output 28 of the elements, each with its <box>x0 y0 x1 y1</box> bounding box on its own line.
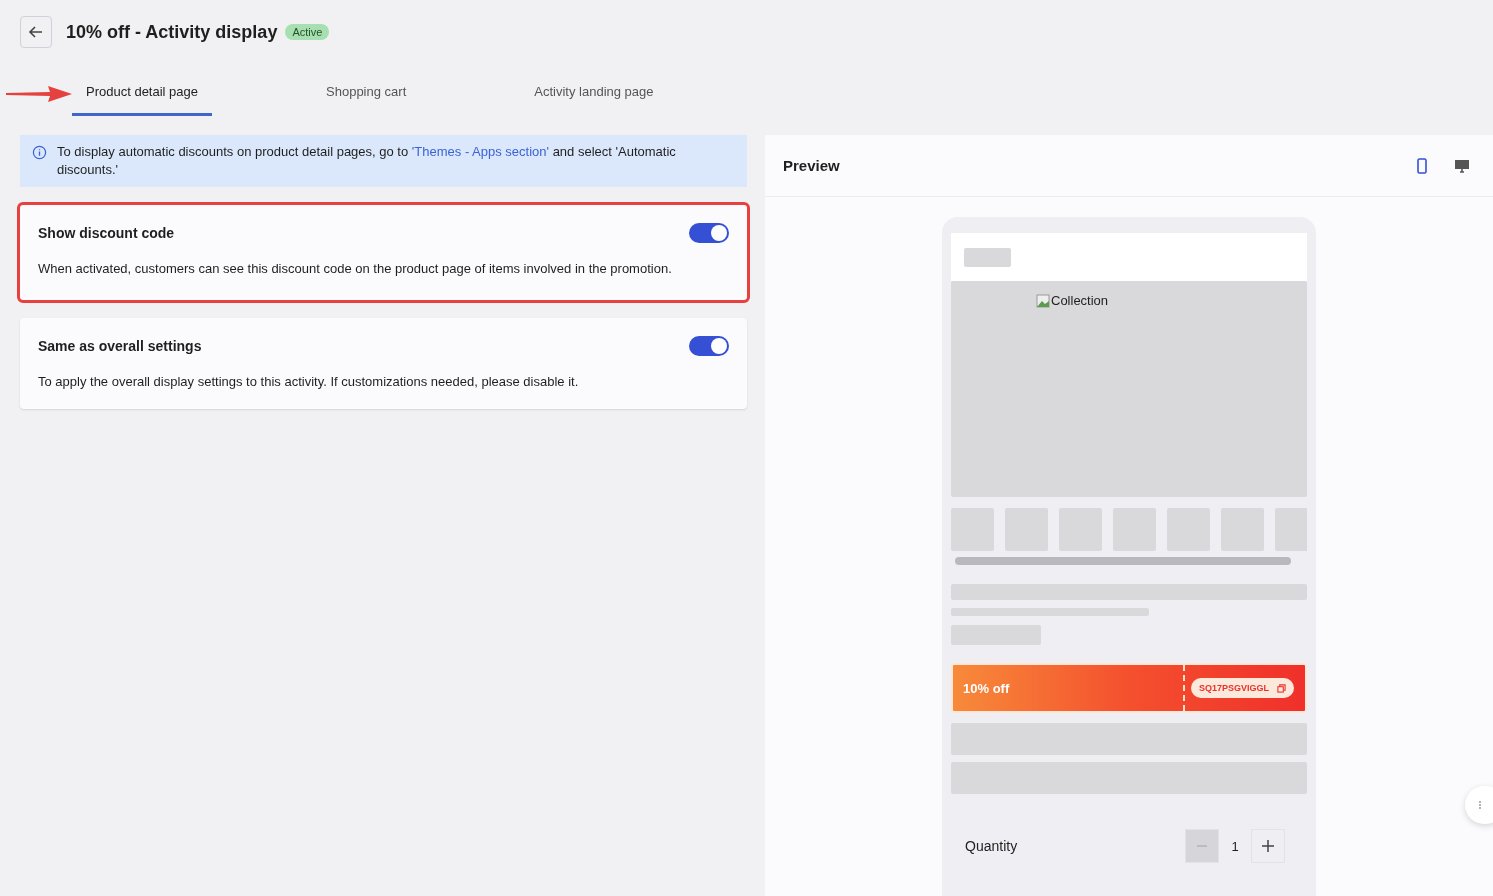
status-badge: Active <box>285 24 330 40</box>
coupon-label: 10% off <box>962 680 1011 696</box>
tab[interactable]: Activity landing page <box>520 78 668 116</box>
toggle-switch[interactable] <box>689 223 729 243</box>
setting-title: Show discount code <box>38 225 175 241</box>
increase-button[interactable] <box>1251 829 1285 863</box>
preview-title: Preview <box>783 157 840 174</box>
tab[interactable]: Product detail page <box>72 78 213 116</box>
copy-icon[interactable] <box>1277 683 1287 693</box>
quantity-label: Quantity <box>965 838 1018 854</box>
info-icon <box>32 145 47 160</box>
page-title: 10% off - Activity display <box>66 21 278 43</box>
tab[interactable]: Shopping cart <box>312 78 421 116</box>
setting-description: To apply the overall display settings to this activity. If customizations needed, please disable it. <box>38 374 580 389</box>
back-arrow-icon <box>28 24 44 40</box>
plus-icon <box>1261 839 1275 853</box>
back-button[interactable] <box>20 16 52 48</box>
quantity-value: 1 <box>1230 838 1240 854</box>
coupon-code[interactable]: SQ17PSGVIGGL <box>1191 678 1295 698</box>
skeleton-block <box>964 247 1011 267</box>
toggle-switch[interactable] <box>689 336 729 356</box>
broken-image-icon <box>1036 293 1050 308</box>
image-alt-text: Collection <box>1051 293 1109 308</box>
themes-link[interactable]: 'Themes - Apps section' <box>411 144 550 159</box>
setting-title: Same as overall settings <box>38 338 202 354</box>
annotation-arrow <box>6 84 72 104</box>
info-message: To display automatic discounts on product detail pages, go to 'Themes - Apps section' and select 'Automatic discounts.' <box>57 143 677 179</box>
setting-description: When activated, customers can see this discount code on the product page of items involved in the promotion. <box>38 261 673 276</box>
